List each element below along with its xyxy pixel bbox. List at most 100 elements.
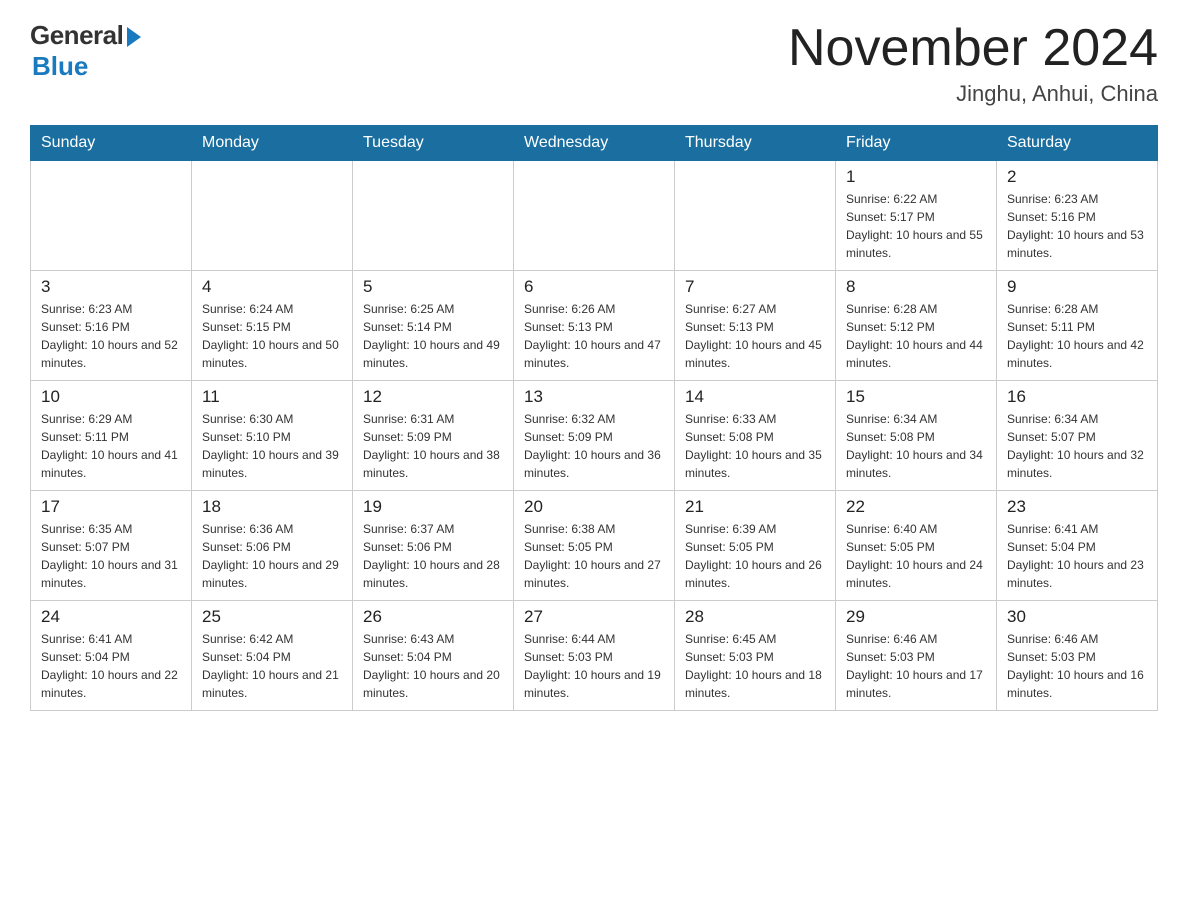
day-number: 16 [1007,387,1147,407]
header-wednesday: Wednesday [514,126,675,161]
day-number: 8 [846,277,986,297]
day-number: 9 [1007,277,1147,297]
day-number: 18 [202,497,342,517]
day-number: 2 [1007,167,1147,187]
day-info: Sunrise: 6:30 AMSunset: 5:10 PMDaylight:… [202,410,342,482]
table-row: 19 Sunrise: 6:37 AMSunset: 5:06 PMDayligh… [353,491,514,601]
day-number: 10 [41,387,181,407]
table-row: 27Sunrise: 6:44 AMSunset: 5:03 PMDayligh… [514,601,675,711]
day-info: Sunrise: 6:43 AMSunset: 5:04 PMDaylight:… [363,630,503,702]
month-title: November 2024 [788,20,1158,77]
day-number: 19 [363,497,503,517]
header-thursday: Thursday [675,126,836,161]
table-row [192,161,353,271]
table-row: 15 Sunrise: 6:34 AMSunset: 5:08 PMDayligh… [836,381,997,491]
header-monday: Monday [192,126,353,161]
calendar-week-row: 17Sunrise: 6:35 AMSunset: 5:07 PMDayligh… [31,491,1158,601]
table-row: 12 Sunrise: 6:31 AMSunset: 5:09 PMDayligh… [353,381,514,491]
day-number: 7 [685,277,825,297]
day-info: Sunrise: 6:46 AMSunset: 5:03 PMDaylight:… [846,630,986,702]
table-row: 10 Sunrise: 6:29 AMSunset: 5:11 PMDayligh… [31,381,192,491]
table-row: 3Sunrise: 6:23 AMSunset: 5:16 PMDaylight… [31,271,192,381]
day-info: Sunrise: 6:34 AMSunset: 5:08 PMDaylight:… [846,410,986,482]
table-row: 28 Sunrise: 6:45 AMSunset: 5:03 PMDayligh… [675,601,836,711]
day-info: Sunrise: 6:42 AMSunset: 5:04 PMDaylight:… [202,630,342,702]
day-info: Sunrise: 6:33 AMSunset: 5:08 PMDaylight:… [685,410,825,482]
title-section: November 2024 Jinghu, Anhui, China [788,20,1158,107]
header-friday: Friday [836,126,997,161]
location-title: Jinghu, Anhui, China [788,81,1158,107]
table-row: 4 Sunrise: 6:24 AMSunset: 5:15 PMDaylight… [192,271,353,381]
day-info: Sunrise: 6:25 AMSunset: 5:14 PMDaylight:… [363,300,503,372]
table-row: 8 Sunrise: 6:28 AMSunset: 5:12 PMDaylight… [836,271,997,381]
header-sunday: Sunday [31,126,192,161]
table-row: 25 Sunrise: 6:42 AMSunset: 5:04 PMDayligh… [192,601,353,711]
calendar-week-row: 3Sunrise: 6:23 AMSunset: 5:16 PMDaylight… [31,271,1158,381]
table-row: 17Sunrise: 6:35 AMSunset: 5:07 PMDayligh… [31,491,192,601]
day-info: Sunrise: 6:23 AMSunset: 5:16 PMDaylight:… [1007,190,1147,262]
weekday-header-row: Sunday Monday Tuesday Wednesday Thursday… [31,126,1158,161]
day-number: 11 [202,387,342,407]
day-info: Sunrise: 6:46 AMSunset: 5:03 PMDaylight:… [1007,630,1147,702]
day-info: Sunrise: 6:24 AMSunset: 5:15 PMDaylight:… [202,300,342,372]
logo-blue-text: Blue [32,51,88,82]
table-row [31,161,192,271]
page-header: General Blue November 2024 Jinghu, Anhui… [30,20,1158,107]
day-info: Sunrise: 6:23 AMSunset: 5:16 PMDaylight:… [41,300,181,372]
day-number: 4 [202,277,342,297]
day-info: Sunrise: 6:32 AMSunset: 5:09 PMDaylight:… [524,410,664,482]
day-info: Sunrise: 6:36 AMSunset: 5:06 PMDaylight:… [202,520,342,592]
calendar-table: Sunday Monday Tuesday Wednesday Thursday… [30,125,1158,711]
table-row [514,161,675,271]
day-number: 21 [685,497,825,517]
day-number: 15 [846,387,986,407]
day-info: Sunrise: 6:27 AMSunset: 5:13 PMDaylight:… [685,300,825,372]
table-row: 14 Sunrise: 6:33 AMSunset: 5:08 PMDayligh… [675,381,836,491]
day-info: Sunrise: 6:38 AMSunset: 5:05 PMDaylight:… [524,520,664,592]
day-number: 25 [202,607,342,627]
day-number: 12 [363,387,503,407]
day-info: Sunrise: 6:41 AMSunset: 5:04 PMDaylight:… [41,630,181,702]
table-row [353,161,514,271]
day-info: Sunrise: 6:28 AMSunset: 5:12 PMDaylight:… [846,300,986,372]
table-row: 16 Sunrise: 6:34 AMSunset: 5:07 PMDayligh… [997,381,1158,491]
calendar-week-row: 1 Sunrise: 6:22 AMSunset: 5:17 PMDaylight… [31,161,1158,271]
table-row: 22Sunrise: 6:40 AMSunset: 5:05 PMDayligh… [836,491,997,601]
header-saturday: Saturday [997,126,1158,161]
day-number: 28 [685,607,825,627]
table-row: 23Sunrise: 6:41 AMSunset: 5:04 PMDayligh… [997,491,1158,601]
table-row: 9Sunrise: 6:28 AMSunset: 5:11 PMDaylight… [997,271,1158,381]
day-info: Sunrise: 6:44 AMSunset: 5:03 PMDaylight:… [524,630,664,702]
table-row: 21 Sunrise: 6:39 AMSunset: 5:05 PMDayligh… [675,491,836,601]
day-info: Sunrise: 6:37 AMSunset: 5:06 PMDaylight:… [363,520,503,592]
day-info: Sunrise: 6:31 AMSunset: 5:09 PMDaylight:… [363,410,503,482]
table-row: 29Sunrise: 6:46 AMSunset: 5:03 PMDayligh… [836,601,997,711]
day-info: Sunrise: 6:26 AMSunset: 5:13 PMDaylight:… [524,300,664,372]
table-row: 5 Sunrise: 6:25 AMSunset: 5:14 PMDaylight… [353,271,514,381]
day-info: Sunrise: 6:29 AMSunset: 5:11 PMDaylight:… [41,410,181,482]
table-row: 7 Sunrise: 6:27 AMSunset: 5:13 PMDaylight… [675,271,836,381]
day-number: 1 [846,167,986,187]
day-info: Sunrise: 6:22 AMSunset: 5:17 PMDaylight:… [846,190,986,262]
day-number: 5 [363,277,503,297]
day-number: 23 [1007,497,1147,517]
table-row: 24 Sunrise: 6:41 AMSunset: 5:04 PMDayligh… [31,601,192,711]
day-number: 13 [524,387,664,407]
day-number: 6 [524,277,664,297]
calendar-week-row: 10 Sunrise: 6:29 AMSunset: 5:11 PMDayligh… [31,381,1158,491]
table-row: 6 Sunrise: 6:26 AMSunset: 5:13 PMDaylight… [514,271,675,381]
table-row: 18 Sunrise: 6:36 AMSunset: 5:06 PMDayligh… [192,491,353,601]
table-row: 2 Sunrise: 6:23 AMSunset: 5:16 PMDaylight… [997,161,1158,271]
day-number: 26 [363,607,503,627]
table-row [675,161,836,271]
header-tuesday: Tuesday [353,126,514,161]
day-number: 24 [41,607,181,627]
day-info: Sunrise: 6:45 AMSunset: 5:03 PMDaylight:… [685,630,825,702]
day-number: 22 [846,497,986,517]
day-number: 14 [685,387,825,407]
day-info: Sunrise: 6:39 AMSunset: 5:05 PMDaylight:… [685,520,825,592]
day-number: 20 [524,497,664,517]
table-row: 20 Sunrise: 6:38 AMSunset: 5:05 PMDayligh… [514,491,675,601]
day-info: Sunrise: 6:34 AMSunset: 5:07 PMDaylight:… [1007,410,1147,482]
table-row: 1 Sunrise: 6:22 AMSunset: 5:17 PMDaylight… [836,161,997,271]
